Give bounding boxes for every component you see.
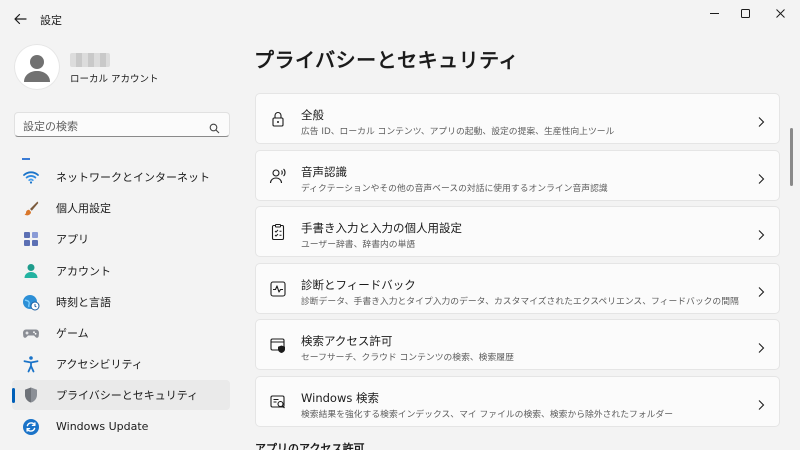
chevron-right-icon [757, 339, 765, 353]
card-subtitle: ユーザー辞書、辞書内の単語 [301, 240, 416, 250]
maximize-button[interactable] [725, 0, 765, 26]
card-subtitle: セーフサーチ、クラウド コンテンツの検索、検索履歴 [301, 353, 514, 363]
card-subtitle: 診断データ、手書き入力とタイプ入力のデータ、カスタマイズされたエクスペリエンス、… [301, 296, 739, 307]
scrolled-item-edge-icon [22, 148, 30, 160]
section-heading-app-permissions: アプリのアクセス許可 [255, 442, 365, 450]
card-title: 全般 [301, 108, 324, 122]
card-title: Windows 検索 [301, 390, 379, 405]
sidebar-item-network[interactable]: ネットワークとインターネット [12, 162, 230, 192]
search-placeholder: 設定の検索 [23, 120, 78, 133]
globe-clock-icon [22, 293, 40, 311]
card-subtitle: ディクテーションやその他の音声ベースの対話に使用するオンライン音声認識 [301, 183, 608, 194]
card-speech[interactable]: 音声認識 ディクテーションやその他の音声ベースの対話に使用するオンライン音声認識 [255, 149, 780, 201]
search-doc-icon [269, 393, 287, 411]
sidebar-nav: ネットワークとインターネット 個人用設定 アプリ アカウント 時刻と言語 ゲーム… [12, 162, 230, 443]
sidebar-item-label: アクセシビリティ [56, 358, 143, 372]
clipboard-icon [269, 223, 287, 241]
minimize-icon [709, 12, 719, 14]
update-icon [22, 418, 40, 436]
speech-icon [269, 167, 287, 185]
chevron-right-icon [757, 283, 765, 297]
settings-search-input[interactable]: 設定の検索 [14, 112, 230, 137]
person-icon [24, 55, 50, 82]
gamepad-icon [22, 324, 40, 342]
card-diagnostics-feedback[interactable]: 診断とフィードバック 診断データ、手書き入力とタイプ入力のデータ、カスタマイズさ… [255, 262, 780, 314]
sidebar-item-privacy-security[interactable]: プライバシーとセキュリティ [12, 380, 230, 411]
card-search-permissions[interactable]: 検索アクセス許可 セーフサーチ、クラウド コンテンツの検索、検索履歴 [255, 319, 780, 370]
brush-icon [22, 199, 40, 217]
card-general[interactable]: 全般 広告 ID、ローカル コンテンツ、アプリの起動、設定の提案、生産性向上ツー… [255, 93, 780, 144]
sidebar-item-label: 時刻と言語 [56, 295, 111, 309]
sidebar-item-accounts[interactable]: アカウント [12, 256, 230, 286]
user-profile[interactable]: ローカル アカウント [14, 44, 234, 90]
account-type-label: ローカル アカウント [70, 74, 159, 85]
card-subtitle: 広告 ID、ローカル コンテンツ、アプリの起動、設定の提案、生産性向上ツール [301, 127, 615, 137]
wifi-icon [22, 168, 40, 186]
sidebar-item-label: アプリ [56, 233, 89, 247]
title-bar: 設定 [0, 0, 800, 38]
sidebar-item-gaming[interactable]: ゲーム [12, 318, 230, 348]
chevron-right-icon [757, 170, 765, 184]
close-icon [775, 8, 785, 18]
sidebar-item-personalization[interactable]: 個人用設定 [12, 193, 230, 223]
accessibility-icon [22, 355, 40, 373]
card-title: 音声認識 [301, 164, 347, 179]
search-shield-icon [269, 336, 287, 354]
card-title: 検索アクセス許可 [301, 334, 393, 348]
main-scrollbar[interactable] [790, 128, 793, 186]
close-button[interactable] [760, 0, 800, 26]
settings-card-list: 全般 広告 ID、ローカル コンテンツ、アプリの起動、設定の提案、生産性向上ツー… [255, 93, 780, 432]
card-title: 診断とフィードバック [301, 277, 416, 292]
sidebar-item-windows-update[interactable]: Windows Update [12, 412, 230, 442]
chevron-right-icon [757, 113, 765, 127]
person-icon [22, 262, 40, 280]
page-title: プライバシーとセキュリティ [254, 48, 519, 72]
sidebar-item-label: 個人用設定 [56, 202, 111, 216]
window-title: 設定 [40, 14, 62, 27]
avatar [14, 44, 60, 90]
sidebar-item-label: プライバシーとセキュリティ [56, 389, 199, 403]
search-icon [209, 119, 220, 134]
sidebar-item-label: ネットワークとインターネット [56, 171, 210, 184]
lock-icon [269, 110, 287, 128]
sidebar-item-apps[interactable]: アプリ [12, 224, 230, 254]
card-subtitle: 検索結果を強化する検索インデックス、マイ ファイルの検索、検索から除外されたフォ… [301, 409, 674, 420]
apps-icon [22, 230, 40, 248]
card-inking-typing[interactable]: 手書き入力と入力の個人用設定 ユーザー辞書、辞書内の単語 [255, 206, 780, 257]
sidebar-item-label: アカウント [56, 264, 111, 278]
chevron-right-icon [757, 226, 765, 240]
sidebar-item-time-language[interactable]: 時刻と言語 [12, 287, 230, 317]
pulse-icon [269, 280, 287, 298]
sidebar-item-accessibility[interactable]: アクセシビリティ [12, 349, 230, 379]
shield-icon [22, 386, 40, 404]
user-name-blurred [70, 53, 110, 67]
card-windows-search[interactable]: Windows 検索 検索結果を強化する検索インデックス、マイ ファイルの検索、… [255, 375, 780, 427]
back-arrow-icon[interactable] [12, 11, 28, 27]
chevron-right-icon [757, 396, 765, 410]
maximize-icon [740, 8, 750, 18]
card-title: 手書き入力と入力の個人用設定 [301, 221, 462, 235]
sidebar-item-label: ゲーム [56, 326, 89, 340]
sidebar-item-label: Windows Update [56, 420, 149, 433]
